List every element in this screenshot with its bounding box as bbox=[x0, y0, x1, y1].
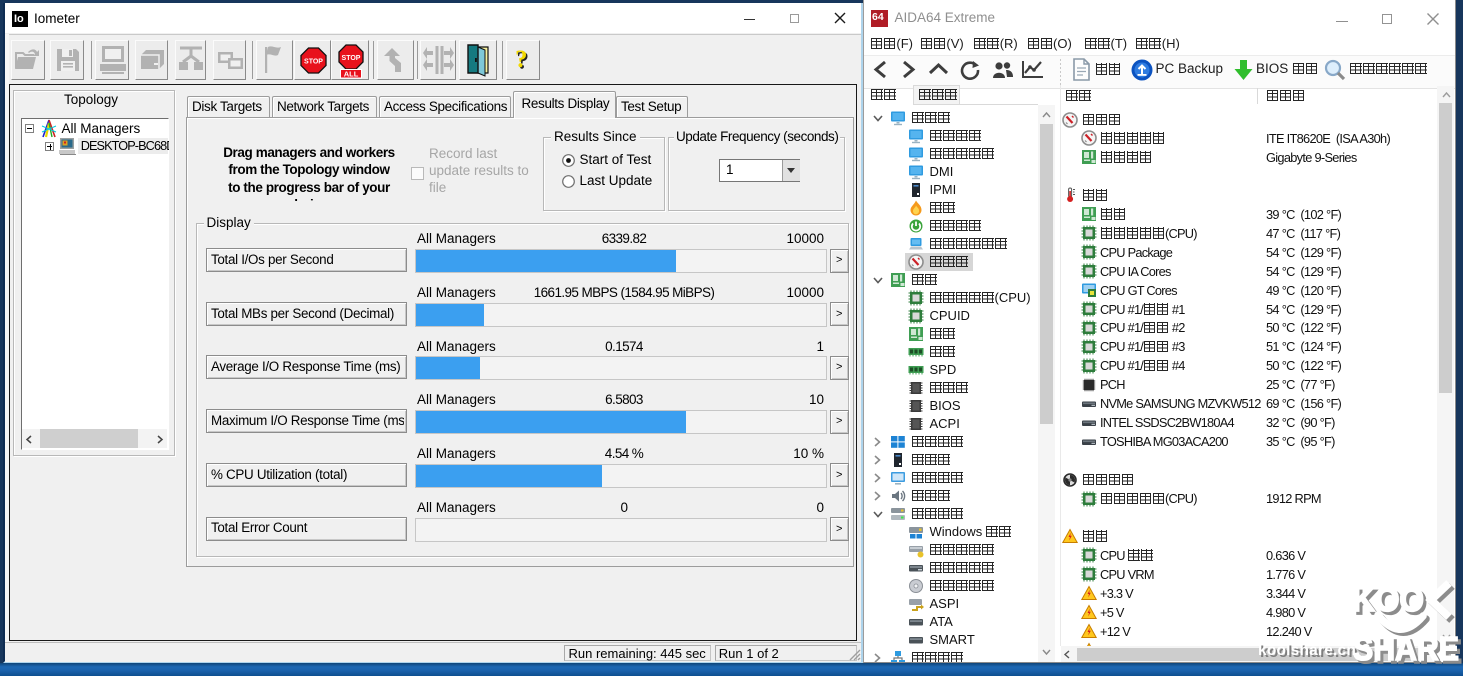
svg-text:KOO: KOO bbox=[1352, 581, 1424, 619]
svg-text:STOP: STOP bbox=[342, 55, 361, 62]
svg-text:ALL: ALL bbox=[344, 70, 359, 79]
svg-text:SHARE: SHARE bbox=[1353, 630, 1459, 667]
svg-text:STOP: STOP bbox=[304, 59, 323, 66]
